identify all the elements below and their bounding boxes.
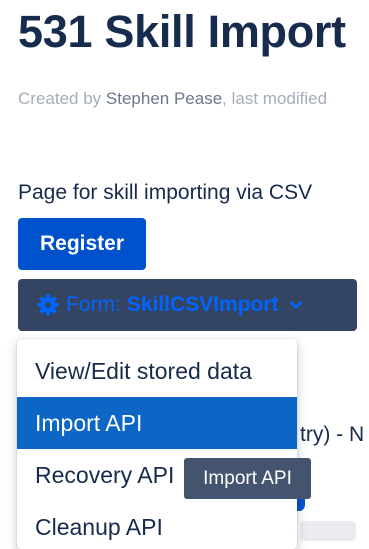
menu-item-cleanup-api[interactable]: Cleanup API [17,501,297,549]
register-button[interactable]: Register [18,218,146,270]
form-name: SkillCSVImport [126,293,279,316]
menu-item-import-api[interactable]: Import API [17,397,297,449]
form-dropdown-menu: View/Edit stored data Import API Recover… [17,339,297,549]
tooltip: Import API [184,458,311,499]
partial-background-element [300,521,356,541]
form-dropdown-button[interactable]: Form: SkillCSVImport [18,279,357,331]
byline-prefix: Created by [18,89,106,108]
gear-icon [37,294,59,316]
partial-background-text: try) - N [300,423,365,446]
author-link[interactable]: Stephen Pease [106,89,222,108]
chevron-down-icon [289,301,302,309]
byline-suffix: , last modified [222,89,328,108]
menu-item-view-edit-stored-data[interactable]: View/Edit stored data [17,345,297,397]
form-label-prefix: Form: [66,293,121,316]
page-description: Page for skill importing via CSV [18,181,313,204]
page-byline: Created by Stephen Pease, last modified [18,88,327,110]
page-title: 531 Skill Import [18,6,346,57]
